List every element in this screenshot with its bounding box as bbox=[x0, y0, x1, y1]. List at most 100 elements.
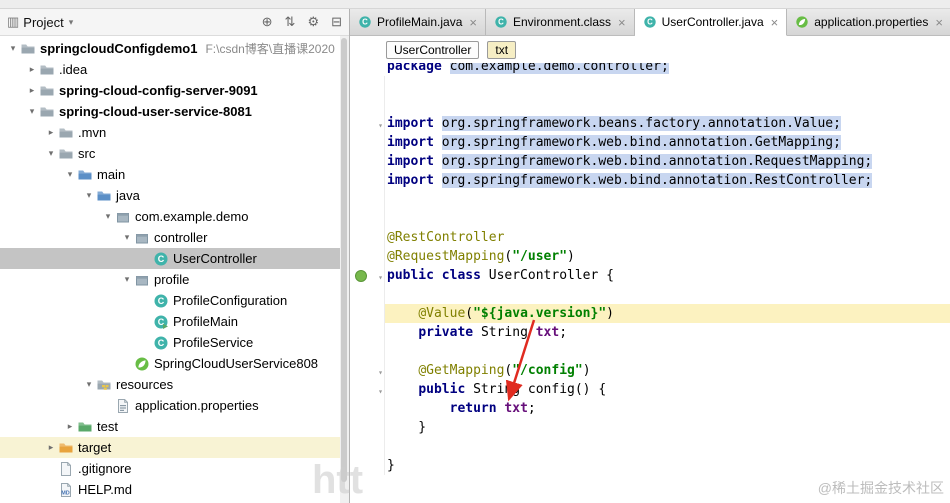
project-panel-title[interactable]: Project bbox=[23, 15, 63, 30]
code-line[interactable]: private String txt; bbox=[350, 323, 950, 342]
tab-usercontroller-java[interactable]: C UserController.java × bbox=[634, 9, 788, 36]
editor-gutter bbox=[350, 171, 385, 190]
tree-item-test[interactable]: ▸ test bbox=[0, 416, 340, 437]
breadcrumb-chip-txt[interactable]: txt bbox=[487, 41, 517, 59]
package-icon bbox=[115, 209, 131, 225]
hide-panel-icon[interactable]: ⊟ bbox=[331, 14, 342, 29]
tree-item-java[interactable]: ▾ java bbox=[0, 185, 340, 206]
code-line[interactable]: return txt; bbox=[350, 399, 950, 418]
code-text: @GetMapping("/config") bbox=[418, 363, 591, 378]
tree-item-spring-cloud-config-server-9091[interactable]: ▸ spring-cloud-config-server-9091 bbox=[0, 80, 340, 101]
scrollbar-thumb[interactable] bbox=[341, 38, 347, 482]
tree-item-springcloudconfigdemo1[interactable]: ▾ springcloudConfigdemo1 F:\csdn博客\直播课2020 bbox=[0, 38, 340, 59]
tree-item-profileconfiguration[interactable]: C ProfileConfiguration bbox=[0, 290, 340, 311]
code-line[interactable]: ▾ public String config() { bbox=[350, 380, 950, 399]
locate-icon[interactable]: ⊕ bbox=[262, 14, 273, 29]
chevron-right-icon[interactable]: ▸ bbox=[63, 421, 77, 432]
editor-gutter bbox=[350, 247, 385, 266]
tree-item-src[interactable]: ▾ src bbox=[0, 143, 340, 164]
code-line[interactable]: } bbox=[350, 418, 950, 437]
code-line[interactable] bbox=[350, 76, 950, 95]
spring-bean-icon[interactable] bbox=[355, 270, 367, 282]
code-line[interactable]: @Value("${java.version}") bbox=[350, 304, 950, 323]
chevron-down-icon[interactable]: ▾ bbox=[120, 274, 134, 285]
chevron-down-icon[interactable]: ▾ bbox=[101, 211, 115, 222]
code-line[interactable]: @RequestMapping("/user") bbox=[350, 247, 950, 266]
chevron-down-icon[interactable]: ▾ bbox=[82, 379, 96, 390]
chevron-down-icon[interactable]: ▾ bbox=[120, 232, 134, 243]
code-line[interactable]: ▾ import org.springframework.beans.factor… bbox=[350, 114, 950, 133]
tree-item-target[interactable]: ▸ target bbox=[0, 437, 340, 458]
editor-gutter bbox=[350, 133, 385, 152]
code-editor[interactable]: package com.example.demo.controller; ▾ imp… bbox=[350, 63, 950, 503]
tree-scrollbar[interactable] bbox=[340, 36, 349, 503]
tab-application-properties[interactable]: application.properties × bbox=[787, 9, 950, 35]
chevron-right-icon[interactable]: ▸ bbox=[25, 64, 39, 75]
tree-item-springclouduserservice808[interactable]: SpringCloudUserService808 bbox=[0, 353, 340, 374]
tree-item-application-properties[interactable]: application.properties bbox=[0, 395, 340, 416]
tree-item-controller[interactable]: ▾ controller bbox=[0, 227, 340, 248]
code-line[interactable]: package com.example.demo.controller; bbox=[350, 63, 950, 76]
chevron-down-icon[interactable]: ▾ bbox=[44, 148, 58, 159]
editor-tab-bar: C ProfileMain.java × C Environment.class × C Us… bbox=[350, 9, 950, 36]
chevron-down-icon[interactable]: ▾ bbox=[25, 106, 39, 117]
code-line[interactable] bbox=[350, 285, 950, 304]
tree-item-gitignore[interactable]: .gitignore bbox=[0, 458, 340, 479]
code-line[interactable]: ▾ public class UserController { bbox=[350, 266, 950, 285]
tree-item-profilemain[interactable]: C ProfileMain bbox=[0, 311, 340, 332]
file-icon bbox=[58, 461, 74, 477]
chevron-right-icon[interactable]: ▸ bbox=[25, 85, 39, 96]
tab-environment-class[interactable]: C Environment.class × bbox=[485, 9, 635, 35]
project-tool-window-icon[interactable]: ▥ bbox=[7, 14, 19, 30]
code-line[interactable] bbox=[350, 437, 950, 456]
tree-item-label: UserController bbox=[173, 251, 257, 266]
code-line[interactable]: @RestController bbox=[350, 228, 950, 247]
tree-item-main[interactable]: ▾ main bbox=[0, 164, 340, 185]
chevron-right-icon[interactable]: ▸ bbox=[44, 442, 58, 453]
svg-text:C: C bbox=[647, 18, 653, 27]
tab-profilemain-java[interactable]: C ProfileMain.java × bbox=[350, 9, 486, 35]
chevron-down-icon[interactable]: ▾ bbox=[6, 43, 20, 54]
tree-item-spring-cloud-user-service-8081[interactable]: ▾ spring-cloud-user-service-8081 bbox=[0, 101, 340, 122]
md-icon: MD bbox=[58, 482, 74, 498]
close-icon[interactable]: × bbox=[469, 15, 477, 30]
code-line[interactable]: } bbox=[350, 456, 950, 475]
code-text: } bbox=[387, 420, 427, 435]
code-line[interactable]: import org.springframework.web.bind.anno… bbox=[350, 152, 950, 171]
code-line[interactable]: import org.springframework.web.bind.anno… bbox=[350, 171, 950, 190]
tree-item-label: HELP.md bbox=[78, 482, 132, 497]
project-panel: ▥ Project ▾ ⊕ ⇅ ⚙ ⊟ ▾ springcloudConfigdemo1… bbox=[0, 9, 350, 503]
code-line[interactable] bbox=[350, 209, 950, 228]
scroll-from-source-icon[interactable]: ⇅ bbox=[285, 14, 296, 29]
code-text: package com.example.demo.controller; bbox=[385, 63, 950, 76]
tree-item-com-example-demo[interactable]: ▾ com.example.demo bbox=[0, 206, 340, 227]
close-icon[interactable]: × bbox=[618, 15, 626, 30]
editor-gutter bbox=[350, 342, 385, 361]
code-line[interactable] bbox=[350, 190, 950, 209]
editor-gutter: ▾ bbox=[350, 380, 385, 399]
tree-item-profileservice[interactable]: C ProfileService bbox=[0, 332, 340, 353]
chevron-down-icon[interactable]: ▾ bbox=[63, 169, 77, 180]
breadcrumb-chip-usercontroller[interactable]: UserController bbox=[386, 41, 480, 59]
chevron-down-icon[interactable]: ▾ bbox=[82, 190, 96, 201]
tree-item-idea[interactable]: ▸ .idea bbox=[0, 59, 340, 80]
editor-gutter bbox=[350, 399, 385, 418]
tree-item-label: resources bbox=[116, 377, 174, 392]
tree-item-profile[interactable]: ▾ profile bbox=[0, 269, 340, 290]
close-icon[interactable]: × bbox=[935, 15, 943, 30]
tree-item-usercontroller[interactable]: C UserController bbox=[0, 248, 340, 269]
tree-item-mvn[interactable]: ▸ .mvn bbox=[0, 122, 340, 143]
chevron-down-icon[interactable]: ▾ bbox=[69, 17, 74, 28]
svg-text:C: C bbox=[498, 18, 504, 27]
code-line[interactable] bbox=[350, 342, 950, 361]
tree-item-resources[interactable]: ▾ resources bbox=[0, 374, 340, 395]
tree-item-help-md[interactable]: MD HELP.md bbox=[0, 479, 340, 500]
code-line[interactable]: import org.springframework.web.bind.anno… bbox=[350, 133, 950, 152]
close-icon[interactable]: × bbox=[771, 15, 779, 30]
chevron-right-icon[interactable]: ▸ bbox=[44, 127, 58, 138]
code-line[interactable] bbox=[350, 95, 950, 114]
editor-gutter: ▾ bbox=[350, 361, 385, 380]
settings-icon[interactable]: ⚙ bbox=[307, 14, 319, 29]
code-line[interactable]: ▾ @GetMapping("/config") bbox=[350, 361, 950, 380]
